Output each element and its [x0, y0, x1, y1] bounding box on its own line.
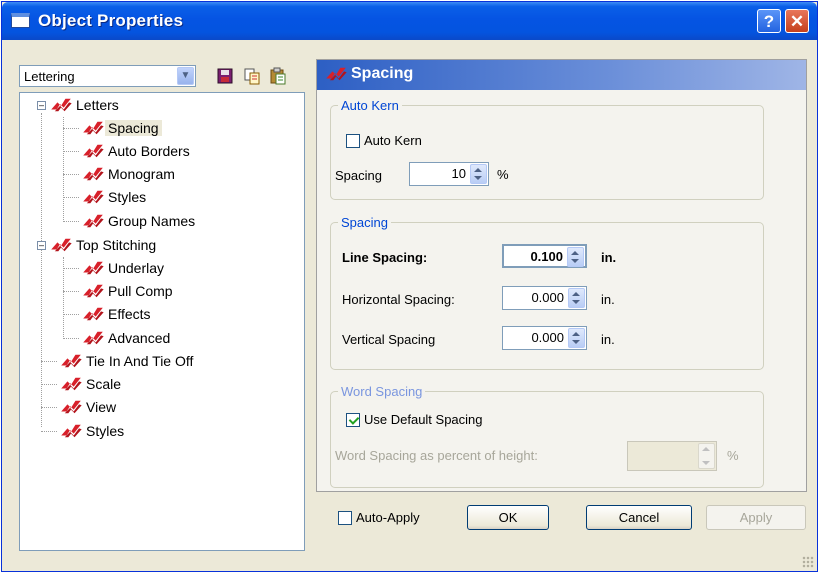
- close-button[interactable]: ✕: [785, 9, 809, 33]
- lettering-bolt-icon: [51, 238, 72, 252]
- resize-grip-icon[interactable]: [802, 556, 814, 568]
- left-pane: Lettering ▼ – – Letters Spacing Auto Bor…: [19, 59, 305, 551]
- auto-kern-group: Auto Kern: [330, 98, 764, 200]
- lettering-bolt-icon: [83, 331, 104, 345]
- lettering-bolt-icon: [326, 67, 347, 81]
- vertical-spacing-stepper[interactable]: 0.000: [502, 326, 587, 350]
- lettering-bolt-icon: [61, 400, 82, 414]
- lettering-bolt-icon: [83, 307, 104, 321]
- lettering-bolt-icon: [51, 98, 72, 112]
- tree-item-label-selected: Spacing: [105, 120, 162, 136]
- auto-apply-label: Auto-Apply: [356, 510, 420, 525]
- window-title: Object Properties: [38, 11, 184, 30]
- word-spacing-legend: Word Spacing: [341, 384, 423, 399]
- window-icon: [11, 13, 30, 28]
- panel-title: Spacing: [351, 65, 414, 82]
- vertical-spacing-value: 0.000: [531, 330, 564, 345]
- object-type-combo[interactable]: Lettering ▼: [19, 65, 196, 87]
- kern-spacing-stepper[interactable]: 10: [409, 162, 489, 186]
- stepper-arrows-icon[interactable]: [567, 247, 584, 267]
- collapse-letters-icon[interactable]: –: [37, 101, 46, 110]
- spacing-legend: Spacing: [341, 215, 388, 230]
- copy-icon[interactable]: [243, 67, 261, 85]
- lettering-bolt-icon: [83, 144, 104, 158]
- lettering-bolt-icon: [83, 284, 104, 298]
- auto-apply-checkbox[interactable]: [338, 511, 352, 525]
- title-bar[interactable]: Object Properties ? ✕: [2, 2, 817, 40]
- lettering-bolt-icon: [83, 214, 104, 228]
- word-spacing-percent-label: Word Spacing as percent of height:: [335, 448, 538, 463]
- stepper-arrows-icon[interactable]: [568, 328, 585, 348]
- lettering-bolt-icon: [83, 261, 104, 275]
- apply-button[interactable]: Apply: [706, 505, 806, 530]
- line-spacing-stepper[interactable]: 0.100: [502, 244, 587, 268]
- properties-tree[interactable]: – – Letters Spacing Auto Borders Monogra…: [19, 92, 305, 551]
- save-icon[interactable]: [216, 67, 234, 85]
- lettering-bolt-icon: [83, 121, 104, 135]
- word-spacing-percent-unit: %: [727, 448, 739, 463]
- horizontal-spacing-stepper[interactable]: 0.000: [502, 286, 587, 310]
- auto-kern-legend: Auto Kern: [341, 98, 399, 113]
- lettering-bolt-icon: [83, 190, 104, 204]
- use-default-spacing-checkbox[interactable]: [346, 413, 360, 427]
- kern-spacing-label: Spacing: [335, 168, 382, 183]
- word-spacing-group: Word Spacing: [330, 384, 764, 488]
- horizontal-spacing-unit: in.: [601, 292, 615, 307]
- horizontal-spacing-label: Horizontal Spacing:: [342, 292, 455, 307]
- kern-spacing-value: 10: [451, 166, 466, 181]
- stepper-arrows-icon[interactable]: [698, 443, 715, 469]
- lettering-bolt-icon: [83, 167, 104, 181]
- line-spacing-value: 0.100: [530, 249, 563, 264]
- stepper-arrows-icon[interactable]: [470, 164, 487, 184]
- horizontal-spacing-value: 0.000: [531, 290, 564, 305]
- auto-kern-checkbox[interactable]: [346, 134, 360, 148]
- spacing-panel: Spacing Auto Kern Auto Kern Spacing 10 %…: [316, 59, 807, 492]
- vertical-spacing-label: Vertical Spacing: [342, 332, 436, 347]
- help-button[interactable]: ?: [757, 9, 781, 33]
- collapse-top-stitching-icon[interactable]: –: [37, 241, 46, 250]
- object-type-combo-value: Lettering: [24, 69, 75, 84]
- line-spacing-label: Line Spacing:: [342, 250, 428, 265]
- ok-button[interactable]: OK: [467, 505, 549, 530]
- stepper-arrows-icon[interactable]: [568, 288, 585, 308]
- paste-icon[interactable]: [269, 67, 287, 85]
- vertical-spacing-unit: in.: [601, 332, 615, 347]
- panel-header: Spacing: [317, 60, 806, 90]
- use-default-spacing-label: Use Default Spacing: [364, 412, 483, 427]
- cancel-button[interactable]: Cancel: [586, 505, 692, 530]
- auto-kern-label: Auto Kern: [364, 133, 422, 148]
- lettering-bolt-icon: [61, 424, 82, 438]
- word-spacing-percent-stepper[interactable]: [627, 441, 717, 471]
- line-spacing-unit: in.: [601, 250, 617, 265]
- kern-spacing-unit: %: [497, 167, 509, 182]
- object-properties-window: Object Properties ? ✕ Lettering ▼ – – Le…: [1, 1, 818, 572]
- lettering-bolt-icon: [61, 354, 82, 368]
- lettering-bolt-icon: [61, 377, 82, 391]
- chevron-down-icon[interactable]: ▼: [177, 67, 194, 85]
